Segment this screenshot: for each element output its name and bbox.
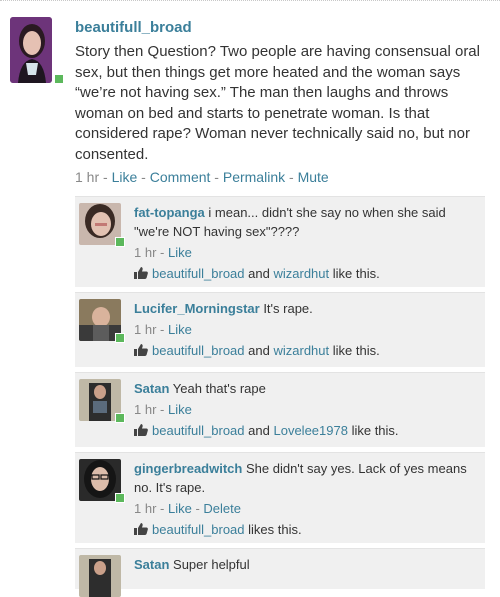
comment-item: Satan Yeah that's rape 1 hr - Like beaut…	[75, 372, 485, 447]
comment-username[interactable]: Lucifer_Morningstar	[134, 301, 260, 316]
comment-like-link[interactable]: Like	[168, 402, 192, 417]
comment-delete-link[interactable]: Delete	[203, 501, 241, 516]
post-actions: 1 hr - Like - Comment - Permalink - Mute	[75, 169, 329, 185]
comment-like-link[interactable]: Like	[168, 245, 192, 260]
comment-username[interactable]: gingerbreadwitch	[134, 461, 242, 476]
online-status-icon	[115, 333, 125, 343]
comment-timestamp: 1 hr	[134, 322, 157, 337]
comment-username[interactable]: fat-topanga	[134, 205, 205, 220]
top-divider	[0, 0, 500, 1]
post-timestamp: 1 hr	[75, 169, 100, 185]
comment-likes: beautifull_broad and wizardhut like this…	[134, 342, 479, 360]
comment-timestamp: 1 hr	[134, 245, 157, 260]
comment-avatar[interactable]	[79, 555, 121, 597]
thumbs-up-icon	[134, 344, 148, 356]
online-status-icon	[115, 413, 125, 423]
liker-link[interactable]: wizardhut	[273, 266, 329, 281]
comment-timestamp: 1 hr	[134, 501, 157, 516]
comment-list: fat-topanga i mean... didn't she say no …	[75, 196, 485, 597]
comment-text: Super helpful	[173, 557, 250, 572]
comment-item: gingerbreadwitch She didn't say yes. Lac…	[75, 452, 485, 543]
liker-link[interactable]: beautifull_broad	[152, 423, 245, 438]
liker-link[interactable]: Lovelee1978	[273, 423, 347, 438]
thumbs-up-icon	[134, 267, 148, 279]
liker-link[interactable]: beautifull_broad	[152, 522, 245, 537]
thumbs-up-icon	[134, 523, 148, 535]
comment-text: Yeah that's rape	[172, 381, 266, 396]
post-mute-link[interactable]: Mute	[298, 169, 329, 185]
liker-link[interactable]: beautifull_broad	[152, 343, 245, 358]
comment-like-link[interactable]: Like	[168, 501, 192, 516]
comment-likes: beautifull_broad likes this.	[134, 521, 479, 539]
post-like-link[interactable]: Like	[112, 169, 138, 185]
post-comment-link[interactable]: Comment	[150, 169, 211, 185]
comment-likes: beautifull_broad and Lovelee1978 like th…	[134, 422, 479, 440]
comment-like-link[interactable]: Like	[168, 322, 192, 337]
post-author-avatar[interactable]	[10, 17, 52, 83]
post-body: Story then Question? Two people are havi…	[75, 43, 480, 163]
comment-username[interactable]: Satan	[134, 557, 169, 572]
comment-text: It's rape.	[263, 301, 313, 316]
comment-item: Satan Super helpful	[75, 548, 485, 597]
post-author-username[interactable]: beautifull_broad	[75, 19, 192, 36]
online-status-icon	[115, 237, 125, 247]
liker-link[interactable]: wizardhut	[273, 343, 329, 358]
comment-username[interactable]: Satan	[134, 381, 169, 396]
online-status-icon	[115, 493, 125, 503]
thumbs-up-icon	[134, 424, 148, 436]
post-permalink-link[interactable]: Permalink	[223, 169, 285, 185]
comment-item: fat-topanga i mean... didn't she say no …	[75, 196, 485, 287]
comment-item: Lucifer_Morningstar It's rape. 1 hr - Li…	[75, 292, 485, 367]
online-status-icon	[54, 74, 64, 84]
liker-link[interactable]: beautifull_broad	[152, 266, 245, 281]
comment-likes: beautifull_broad and wizardhut like this…	[134, 265, 479, 283]
comment-timestamp: 1 hr	[134, 402, 157, 417]
